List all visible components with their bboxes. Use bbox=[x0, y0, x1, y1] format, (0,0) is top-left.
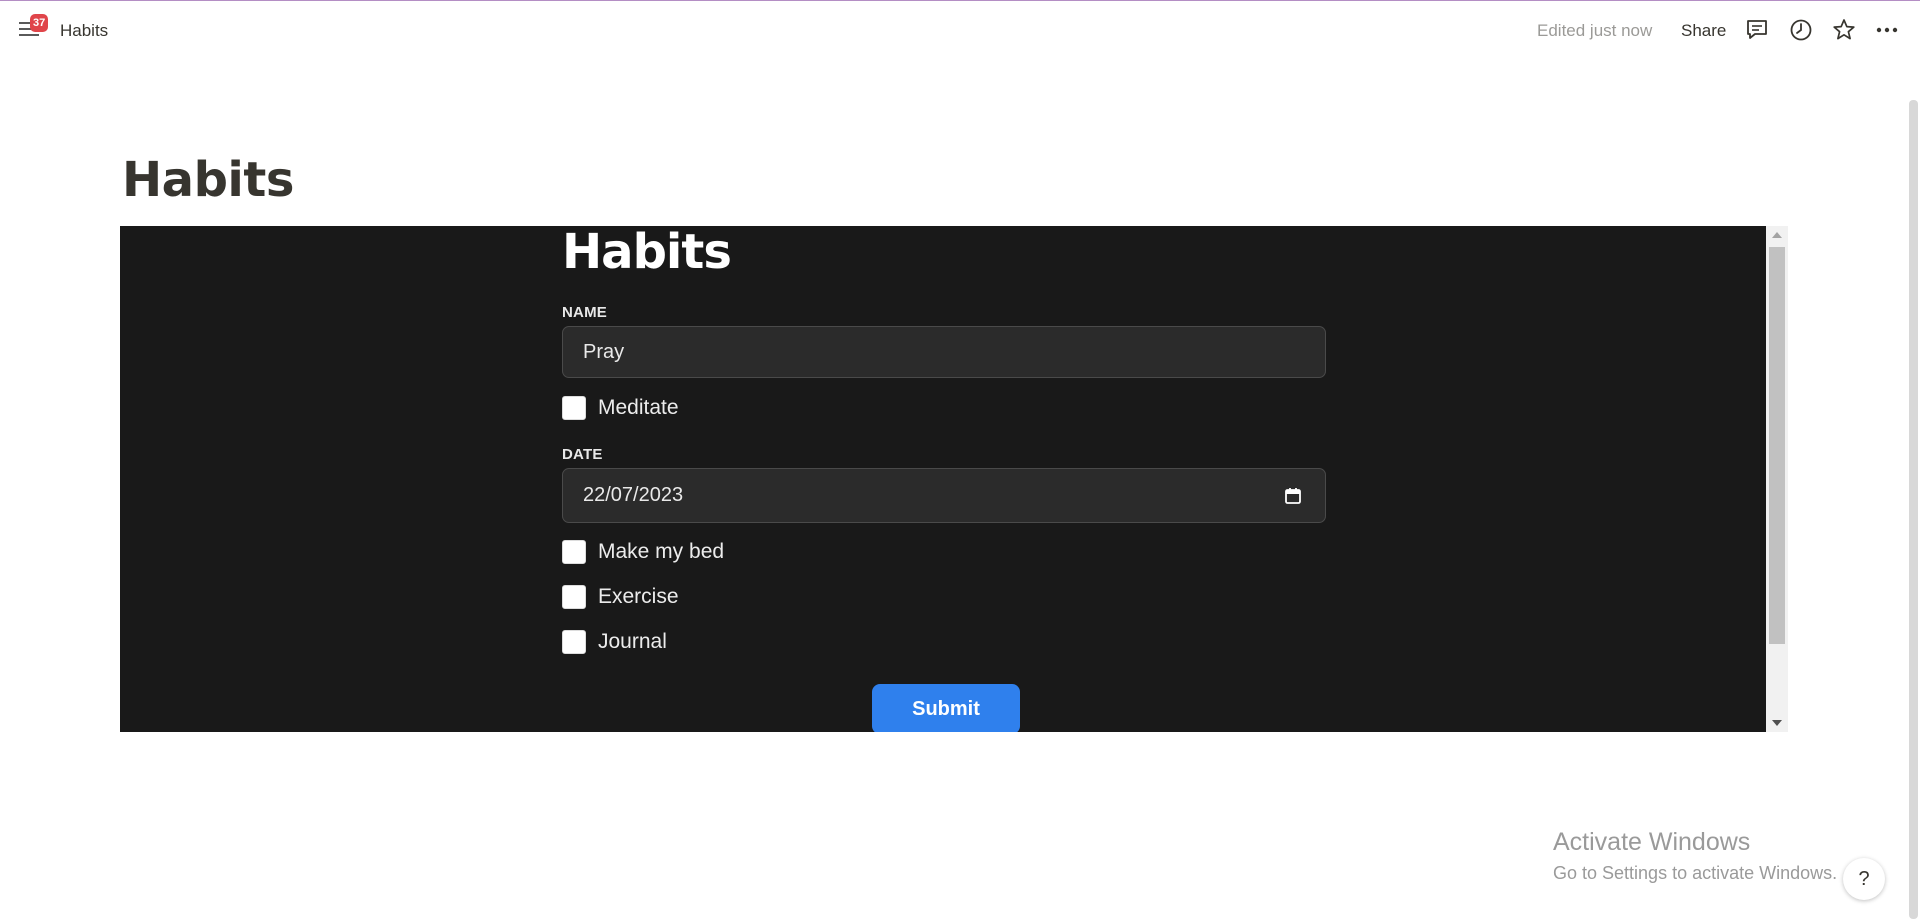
form-title: Habits bbox=[562, 226, 732, 280]
favorite-button[interactable] bbox=[1831, 17, 1857, 43]
scroll-up-arrow-icon[interactable] bbox=[1772, 232, 1782, 238]
meditate-checkbox[interactable] bbox=[562, 396, 586, 420]
embedded-form-viewport: Habits NAME Pray Meditate DATE 22/07/202… bbox=[120, 226, 1766, 732]
share-button[interactable]: Share bbox=[1681, 21, 1726, 41]
meditate-checkbox-row[interactable]: Meditate bbox=[562, 394, 679, 422]
calendar-icon[interactable] bbox=[1283, 486, 1303, 506]
clock-icon bbox=[1790, 19, 1812, 41]
submit-button[interactable]: Submit bbox=[872, 684, 1020, 732]
notification-badge: 37 bbox=[30, 14, 49, 32]
activate-windows-subtitle: Go to Settings to activate Windows. bbox=[1553, 863, 1838, 883]
exercise-label: Exercise bbox=[598, 585, 679, 608]
name-field-label: NAME bbox=[562, 304, 607, 321]
journal-checkbox-row[interactable]: Journal bbox=[562, 628, 667, 656]
date-field-label: DATE bbox=[562, 446, 603, 463]
embed-scrollbar-thumb[interactable] bbox=[1769, 247, 1785, 644]
scroll-down-arrow-icon[interactable] bbox=[1772, 720, 1782, 726]
embedded-form-frame: Habits NAME Pray Meditate DATE 22/07/202… bbox=[120, 226, 1788, 732]
date-value: 22/07/2023 bbox=[583, 484, 684, 506]
star-icon bbox=[1833, 19, 1855, 40]
journal-label: Journal bbox=[598, 630, 667, 653]
page-scrollbar-thumb[interactable] bbox=[1909, 100, 1918, 919]
exercise-checkbox[interactable] bbox=[562, 585, 586, 609]
make-bed-checkbox-row[interactable]: Make my bed bbox=[562, 538, 724, 566]
comment-icon bbox=[1747, 20, 1767, 39]
more-icon bbox=[1876, 27, 1898, 33]
breadcrumb[interactable]: Habits bbox=[60, 21, 108, 41]
edited-status: Edited just now bbox=[1537, 21, 1653, 40]
comments-button[interactable] bbox=[1744, 17, 1770, 43]
meditate-label: Meditate bbox=[598, 396, 679, 419]
updates-button[interactable] bbox=[1788, 17, 1814, 43]
page-title: Habits bbox=[122, 152, 294, 208]
activate-windows-title: Activate Windows bbox=[1553, 828, 1751, 856]
top-bar: 37 Habits Edited just now Share bbox=[0, 1, 1920, 57]
make-bed-label: Make my bed bbox=[598, 540, 725, 563]
name-input[interactable]: Pray bbox=[562, 326, 1326, 378]
make-bed-checkbox[interactable] bbox=[562, 540, 586, 564]
journal-checkbox[interactable] bbox=[562, 630, 586, 654]
date-input[interactable]: 22/07/2023 bbox=[562, 468, 1326, 523]
page-scrollbar[interactable] bbox=[1906, 56, 1920, 919]
sidebar-toggle-button[interactable]: 37 bbox=[18, 14, 49, 44]
help-button[interactable]: ? bbox=[1843, 858, 1885, 900]
embed-scrollbar[interactable] bbox=[1766, 226, 1788, 732]
exercise-checkbox-row[interactable]: Exercise bbox=[562, 583, 679, 611]
more-options-button[interactable] bbox=[1874, 17, 1900, 43]
